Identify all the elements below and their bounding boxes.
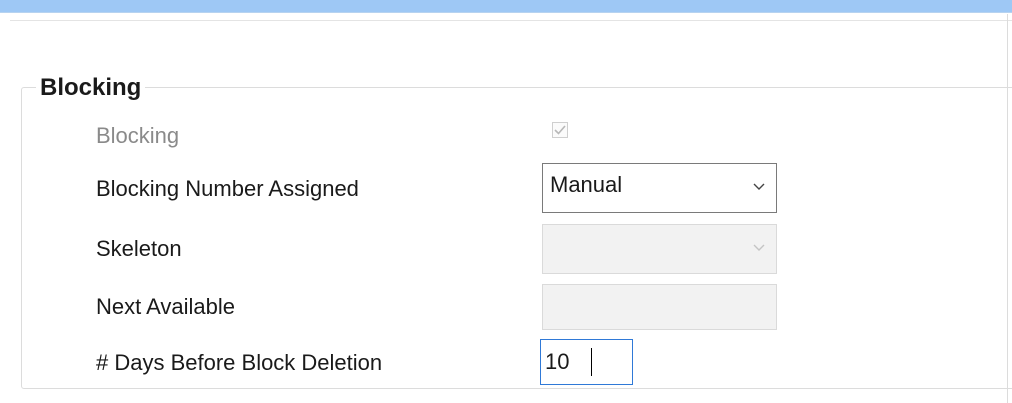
text-caret [591,348,592,376]
chevron-down-icon [753,183,765,190]
days-before-block-deletion-field[interactable]: 10 [540,339,633,385]
days-before-block-deletion-value: 10 [545,349,570,374]
blocking-number-assigned-dropdown[interactable]: Manual [542,163,777,213]
checkmark-icon [554,125,566,135]
blocking-checkbox[interactable] [552,122,568,138]
top-separator [10,20,1012,21]
chevron-down-icon [753,244,765,251]
window-title-strip [0,0,1012,13]
blocking-label: Blocking [96,123,180,148]
skeleton-dropdown[interactable] [542,224,777,274]
blocking-number-assigned-value: Manual [550,172,623,197]
group-title: Blocking [36,74,146,102]
next-available-label: Next Available [96,294,236,319]
days-before-block-deletion-label: # Days Before Block Deletion [96,350,383,375]
next-available-field[interactable] [542,284,777,330]
blocking-number-assigned-label: Blocking Number Assigned [96,176,359,201]
skeleton-label: Skeleton [96,236,182,261]
